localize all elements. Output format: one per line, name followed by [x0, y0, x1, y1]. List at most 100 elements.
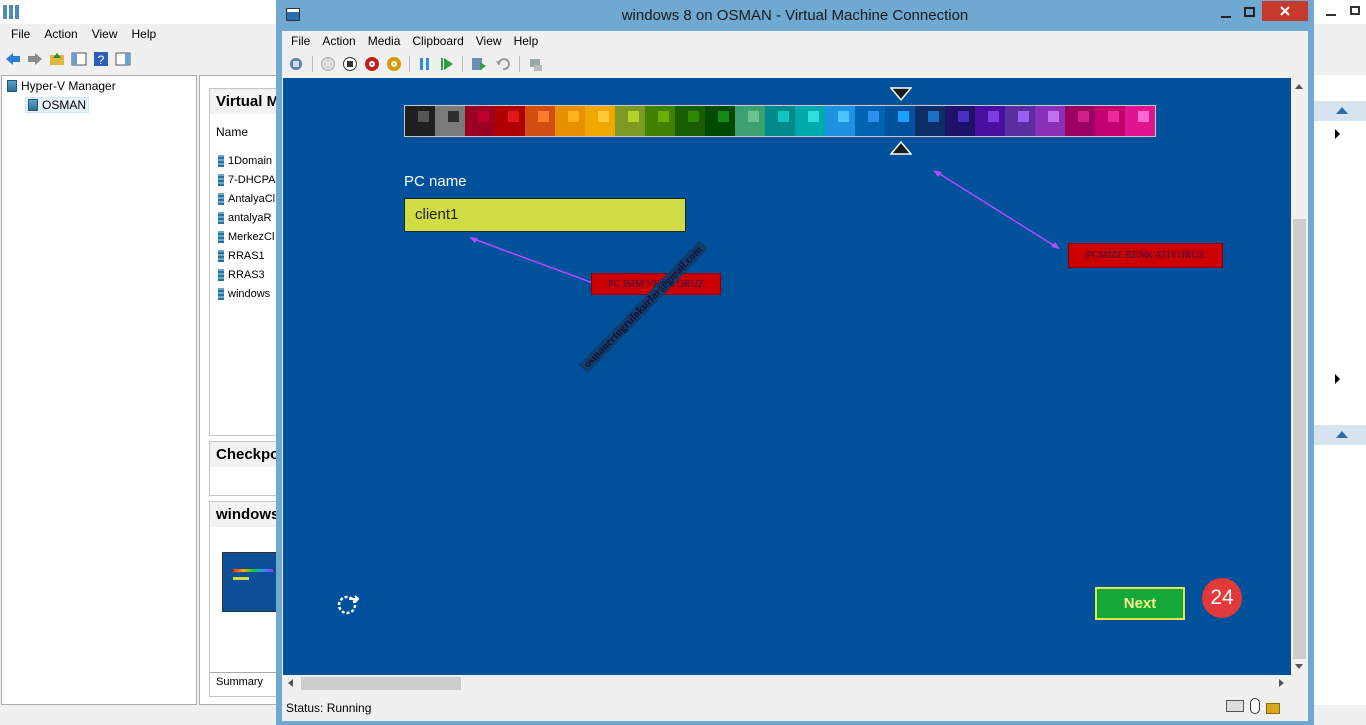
vm-menu-media[interactable]: Media [362, 34, 407, 48]
scroll-right-icon[interactable] [1279, 679, 1284, 687]
submenu-arrow-icon[interactable] [1335, 374, 1340, 384]
vm-menu-file[interactable]: File [285, 34, 316, 48]
vm-list-item[interactable]: windows [218, 288, 270, 300]
virtual-machines-header: Virtual M [210, 89, 278, 114]
actions-section-header[interactable] [1314, 101, 1366, 121]
vm-list-item[interactable]: 7-DHCPA [218, 174, 275, 186]
vm-list-item[interactable]: 1Domain [218, 155, 272, 167]
vm-details-header: windows [210, 502, 278, 527]
hyperv-manager-icon [7, 80, 17, 92]
maximize-icon[interactable] [1350, 6, 1360, 15]
manager-window-controls [1320, 4, 1366, 20]
vm-menu-action[interactable]: Action [316, 34, 361, 48]
shutdown-icon[interactable] [365, 57, 379, 71]
checkpoints-header: Checkpo [210, 442, 278, 467]
virtual-machines-panel: Virtual M Name 1Domain 7-DHCPA AntalyaCl an… [209, 88, 279, 436]
vm-list-item[interactable]: AntalyaCl [218, 193, 275, 205]
vm-list-item-label: windows [228, 288, 271, 300]
horizontal-scrollbar[interactable] [283, 675, 1291, 692]
save-state-icon[interactable] [387, 57, 401, 71]
maximize-icon[interactable] [1244, 7, 1255, 17]
hyperv-app-icon [3, 5, 19, 19]
vm-details-panel: windows Summary [209, 501, 282, 697]
guest-display[interactable]: PC name client1 PC İSİM VERİYORUZ PCMİZE… [283, 78, 1291, 675]
vm-menu-view[interactable]: View [470, 34, 508, 48]
vm-window-title: windows 8 on OSMAN - Virtual Machine Con… [621, 7, 969, 24]
vm-icon [218, 193, 224, 205]
tree-item-server[interactable]: OSMAN [25, 97, 90, 113]
vertical-scrollbar[interactable] [1291, 78, 1308, 675]
vm-icon [218, 155, 224, 167]
vm-list-item-label: antalyaR [228, 212, 272, 224]
vm-list-item-label: 1Domain [228, 155, 273, 167]
actions-vm-section-header[interactable] [1314, 425, 1366, 445]
vm-icon [218, 212, 224, 224]
manager-center-pane: Virtual M Name 1Domain 7-DHCPA AntalyaCl an… [199, 75, 282, 705]
vm-connection-icon [286, 8, 300, 21]
vm-list-item[interactable]: RRAS3 [218, 269, 265, 281]
collapse-arrow-icon [1336, 107, 1348, 114]
scroll-up-icon[interactable] [1295, 84, 1303, 89]
vm-icon [218, 174, 224, 186]
actions-pane [1313, 75, 1366, 705]
show-hide-tree-icon[interactable] [70, 50, 88, 68]
step-number-badge: 24 [1202, 578, 1242, 618]
manager-menu-view[interactable]: View [85, 27, 125, 41]
vertical-scroll-thumb[interactable] [1293, 219, 1306, 659]
turn-off-icon[interactable] [343, 57, 357, 71]
status-text: Status: Running [286, 700, 372, 715]
close-button[interactable] [1262, 1, 1308, 21]
scroll-down-icon[interactable] [1295, 664, 1303, 669]
vm-icon [218, 231, 224, 243]
vm-list-item-label: RRAS3 [228, 269, 265, 281]
vm-list-item[interactable]: MerkezCl [218, 231, 274, 243]
vm-list-item[interactable]: RRAS1 [218, 250, 265, 262]
summary-tab[interactable]: Summary [210, 672, 280, 692]
vm-thumbnail[interactable] [222, 552, 282, 612]
tree-item-hyperv-manager[interactable]: Hyper-V Manager [7, 79, 116, 93]
minimize-icon[interactable] [1326, 14, 1336, 16]
forward-arrow-icon[interactable] [26, 50, 44, 68]
scroll-left-icon[interactable] [288, 679, 293, 687]
horizontal-scroll-thumb[interactable] [301, 677, 461, 690]
manager-menu-bar: File Action View Help [0, 24, 280, 44]
enhanced-session-icon[interactable] [528, 56, 544, 72]
vm-menu-bar: File Action Media Clipboard View Help [282, 31, 1308, 51]
keyboard-icon [1226, 700, 1244, 712]
vm-menu-clipboard[interactable]: Clipboard [406, 34, 469, 48]
manager-menu-file[interactable]: File [4, 27, 37, 41]
mouse-icon [1250, 698, 1260, 714]
callout-pc-color: PCMİZE RENK ATIYORUZ [1068, 243, 1223, 268]
resume-icon[interactable] [440, 57, 454, 71]
vm-icon [218, 288, 224, 300]
navigation-tree: Hyper-V Manager OSMAN [1, 75, 197, 705]
vm-list-item-label: AntalyaCl [228, 193, 276, 205]
vm-menu-help[interactable]: Help [508, 34, 545, 48]
vm-title-bar: windows 8 on OSMAN - Virtual Machine Con… [276, 0, 1314, 31]
collapse-arrow-icon [1336, 431, 1348, 438]
minimize-icon[interactable] [1221, 16, 1231, 18]
manager-menu-action[interactable]: Action [37, 27, 84, 41]
revert-icon[interactable] [495, 56, 511, 72]
pause-icon[interactable] [418, 57, 432, 71]
vm-name-column-header[interactable]: Name [216, 125, 248, 139]
ease-of-access-icon[interactable] [335, 590, 363, 618]
server-icon [28, 99, 38, 111]
vm-list-item[interactable]: antalyaR [218, 212, 271, 224]
vm-list-item-label: RRAS1 [228, 250, 265, 262]
help-icon[interactable]: ? [92, 50, 110, 68]
tree-root-label: Hyper-V Manager [21, 79, 116, 93]
folder-up-icon[interactable] [48, 50, 66, 68]
show-action-pane-icon[interactable] [114, 50, 132, 68]
checkpoint-icon[interactable] [471, 56, 487, 72]
vm-icon [218, 269, 224, 281]
vm-client-area: File Action Media Clipboard View Help PC… [282, 31, 1308, 721]
start-icon[interactable] [321, 57, 335, 71]
next-button[interactable]: Next [1095, 587, 1185, 620]
annotation-arrows [469, 170, 1060, 284]
vm-toolbar [282, 52, 1308, 76]
back-arrow-icon[interactable] [4, 50, 22, 68]
submenu-arrow-icon[interactable] [1335, 129, 1340, 139]
ctrl-alt-del-icon[interactable] [288, 56, 304, 72]
manager-menu-help[interactable]: Help [125, 27, 164, 41]
